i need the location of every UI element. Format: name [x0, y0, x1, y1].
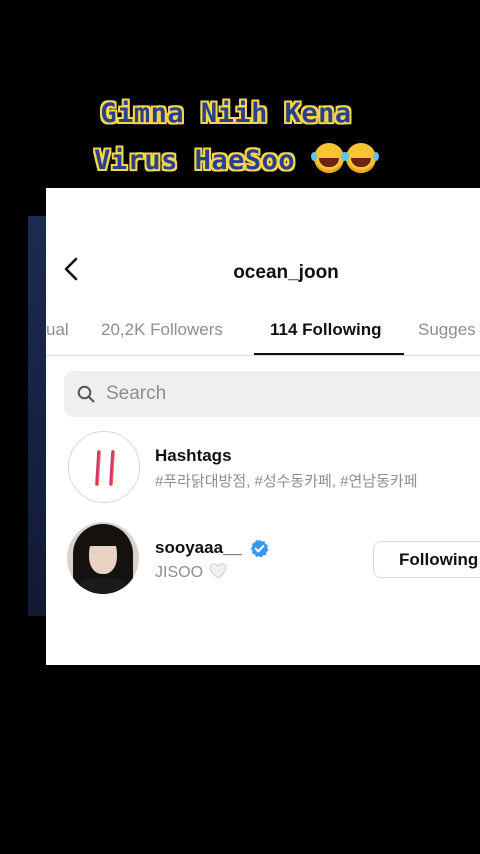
- back-chevron-icon[interactable]: [62, 257, 80, 281]
- tab-mutual[interactable]: ual: [46, 320, 69, 340]
- laughing-emoji-icon: [342, 143, 376, 173]
- account-fullname: JISOO: [155, 563, 228, 582]
- account-fullname-text: JISOO: [155, 564, 204, 581]
- white-heart-icon: [209, 563, 228, 579]
- tab-suggested[interactable]: Sugges: [418, 320, 476, 340]
- search-input[interactable]: Search: [64, 371, 480, 417]
- hashtag-icon: [87, 450, 122, 486]
- tab-following[interactable]: 114 Following: [270, 320, 381, 340]
- tab-bar: ual 20,2K Followers 114 Following Sugges: [46, 316, 480, 356]
- active-tab-indicator: [254, 353, 404, 355]
- laughing-emoji-icon: [310, 143, 344, 173]
- search-placeholder: Search: [106, 383, 167, 404]
- verified-badge-icon: [250, 539, 269, 558]
- tab-followers[interactable]: 20,2K Followers: [101, 320, 223, 340]
- caption-line-1: Gimna Niih Kena: [0, 98, 466, 129]
- hashtags-avatar[interactable]: [68, 431, 140, 503]
- account-username[interactable]: sooyaaa__: [155, 538, 242, 558]
- following-button[interactable]: Following: [373, 541, 480, 578]
- search-icon: [77, 385, 95, 403]
- hashtags-subtitle: #푸라닭대방점, #성수동카페, #연남동카페: [155, 473, 418, 490]
- caption-line-2: Virus HaeSoo: [0, 143, 475, 176]
- caption-text-1: Gimna Niih Kena: [100, 98, 352, 129]
- profile-username: ocean_joon: [233, 262, 339, 283]
- avatar[interactable]: [67, 522, 139, 594]
- hashtags-title[interactable]: Hashtags: [155, 446, 232, 466]
- caption-text-2: Virus HaeSoo: [94, 145, 296, 176]
